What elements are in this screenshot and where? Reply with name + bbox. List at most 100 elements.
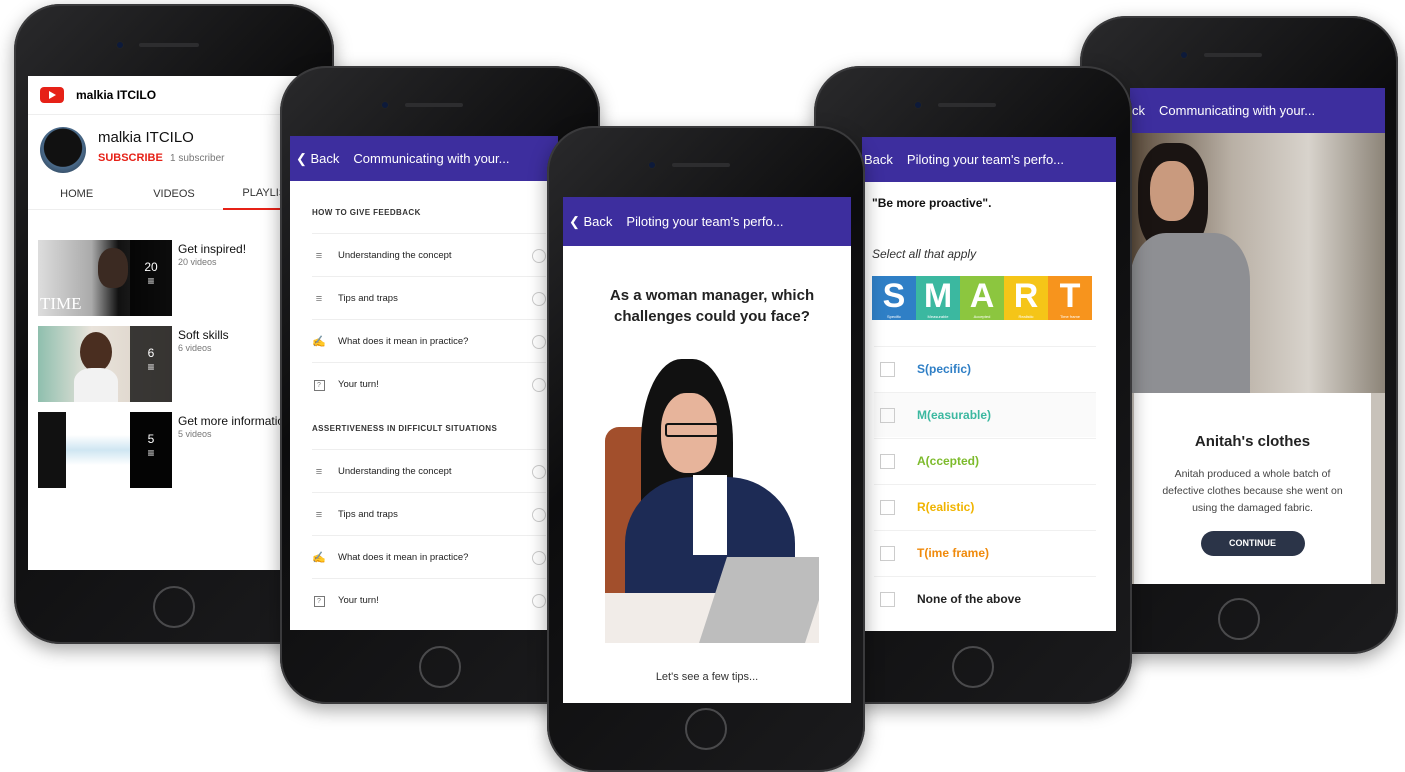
woman-sweater: [1130, 233, 1250, 393]
playlist-count: 6: [147, 346, 155, 360]
back-button[interactable]: ❮ Back: [296, 151, 339, 167]
lesson-item[interactable]: ≡ Understanding the concept: [312, 233, 546, 277]
card-body: Anitah produced a whole batch of defecti…: [1162, 468, 1343, 514]
back-label: Back: [583, 213, 613, 229]
checkbox[interactable]: [880, 591, 895, 607]
lesson-item[interactable]: ≡ Tips and traps: [312, 492, 546, 536]
playlist-video-count: 20 videos: [178, 257, 217, 267]
checkbox[interactable]: [880, 453, 895, 469]
back-button[interactable]: Back: [864, 152, 893, 167]
back-button[interactable]: ❮ Back: [569, 214, 612, 230]
lesson-label: What does it mean in practice?: [338, 336, 469, 347]
lesson-item[interactable]: ≡ Understanding the concept: [312, 449, 546, 493]
playlist-icon: ≡: [147, 446, 155, 460]
woman-face: [1150, 161, 1194, 221]
woman-portrait-image: [80, 332, 112, 372]
smart-letter-t: T Time frame: [1048, 276, 1092, 320]
back-button[interactable]: ck: [1132, 103, 1145, 118]
home-button[interactable]: [419, 646, 461, 688]
playlist-thumbnail[interactable]: 5 ≡: [38, 412, 172, 488]
earpiece-speaker: [139, 43, 199, 47]
option-time-frame[interactable]: T(ime frame): [874, 530, 1096, 575]
question-screen: ❮ Back Piloting your team's perfo... As …: [563, 197, 851, 703]
lesson-item[interactable]: ? Your turn!: [312, 362, 546, 406]
youtube-top-bar: malkia ITCILO: [28, 76, 320, 115]
home-button[interactable]: [952, 646, 994, 688]
earpiece-speaker: [938, 103, 996, 107]
checkbox[interactable]: [880, 361, 895, 377]
home-button[interactable]: [1218, 598, 1260, 640]
instruction-text: Select all that apply: [872, 247, 977, 261]
lines-icon: ≡: [315, 508, 323, 521]
subscribe-button[interactable]: SUBSCRIBE: [98, 152, 163, 164]
lesson-item[interactable]: ✍ What does it mean in practice?: [312, 319, 546, 363]
document-preview-image: [66, 412, 130, 488]
option-none[interactable]: None of the above: [874, 576, 1096, 621]
story-title: Communicating with your...: [1159, 103, 1316, 118]
smart-letter-m: M Measurable: [916, 276, 960, 320]
playlist-title[interactable]: Get inspired!: [178, 242, 246, 256]
option-realistic[interactable]: R(ealistic): [874, 484, 1096, 529]
practice-icon: ✍: [312, 552, 326, 564]
playlist-video-count: 5 videos: [178, 429, 212, 439]
back-label: Back: [310, 150, 340, 166]
avatar[interactable]: [40, 127, 86, 173]
top-bar-channel-title: malkia ITCILO: [76, 88, 157, 102]
lesson-label: What does it mean in practice?: [338, 552, 469, 563]
playlist-item[interactable]: TIME 20 ≡ Get inspired! 20 videos: [38, 240, 320, 316]
quote-text: "Be more proactive".: [872, 196, 992, 210]
story-header: ck Communicating with your...: [1130, 88, 1385, 133]
phone-question: ❮ Back Piloting your team's perfo... As …: [547, 126, 865, 772]
playlist-title[interactable]: Get more information: [178, 414, 291, 428]
progress-circle: [532, 593, 546, 608]
continue-button[interactable]: CONTINUE: [1200, 531, 1305, 556]
lesson-item[interactable]: ≡ Tips and traps: [312, 276, 546, 320]
tab-home[interactable]: HOME: [28, 179, 125, 209]
smart-letter-r: R Realistic: [1004, 276, 1048, 320]
progress-circle: [532, 291, 546, 306]
playlist-count-overlay: 6 ≡: [130, 326, 172, 402]
playlist-item[interactable]: 5 ≡ Get more information 5 videos: [38, 412, 320, 488]
option-accepted[interactable]: A(ccepted): [874, 438, 1096, 483]
tab-videos[interactable]: VIDEOS: [125, 179, 222, 209]
playlist-thumbnail[interactable]: TIME 20 ≡: [38, 240, 172, 316]
checkbox[interactable]: [880, 545, 895, 561]
playlist-count: 20: [144, 260, 158, 274]
front-camera: [382, 102, 388, 108]
home-button[interactable]: [685, 708, 727, 750]
playlist-title[interactable]: Soft skills: [178, 328, 229, 342]
home-button[interactable]: [153, 586, 195, 628]
channel-tabs: HOME VIDEOS PLAYLISTS: [28, 179, 320, 210]
lines-icon: ≡: [315, 292, 323, 305]
checkbox[interactable]: [880, 499, 895, 515]
lesson-item[interactable]: ? Your turn!: [312, 578, 546, 622]
woman-photo-image: [1130, 133, 1260, 393]
checkbox[interactable]: [880, 407, 895, 423]
woman-portrait-image: [98, 248, 128, 288]
woman-portrait-body: [74, 368, 118, 402]
shirt-shape: [693, 475, 727, 555]
lesson-item[interactable]: ✍ What does it mean in practice?: [312, 535, 546, 579]
playlist-thumbnail[interactable]: 6 ≡: [38, 326, 172, 402]
front-camera: [915, 102, 921, 108]
lesson-label: Understanding the concept: [338, 250, 452, 261]
option-measurable[interactable]: M(easurable): [874, 392, 1096, 437]
front-camera: [117, 42, 123, 48]
lesson-label: Your turn!: [338, 595, 379, 606]
smart-letter-s: S Specific: [872, 276, 916, 320]
lines-icon: ≡: [315, 465, 323, 478]
lesson-label: Your turn!: [338, 379, 379, 390]
playlist-count-overlay: 20 ≡: [130, 240, 172, 316]
option-specific[interactable]: S(pecific): [874, 346, 1096, 391]
woman-manager-illustration: [605, 357, 819, 643]
progress-circle: [532, 334, 546, 349]
lesson-label: Understanding the concept: [338, 466, 452, 477]
progress-circle: [532, 377, 546, 392]
playlist-item[interactable]: 6 ≡ Soft skills 6 videos: [38, 326, 320, 402]
smart-title: Piloting your team's perfo...: [906, 152, 1065, 167]
story-card: Anitah's clothes Anitah produced a whole…: [1134, 393, 1371, 584]
front-camera: [649, 162, 655, 168]
playlist-icon: ≡: [147, 274, 155, 288]
question-text: As a woman manager, which challenges cou…: [609, 287, 815, 325]
youtube-logo-icon[interactable]: [40, 87, 64, 103]
